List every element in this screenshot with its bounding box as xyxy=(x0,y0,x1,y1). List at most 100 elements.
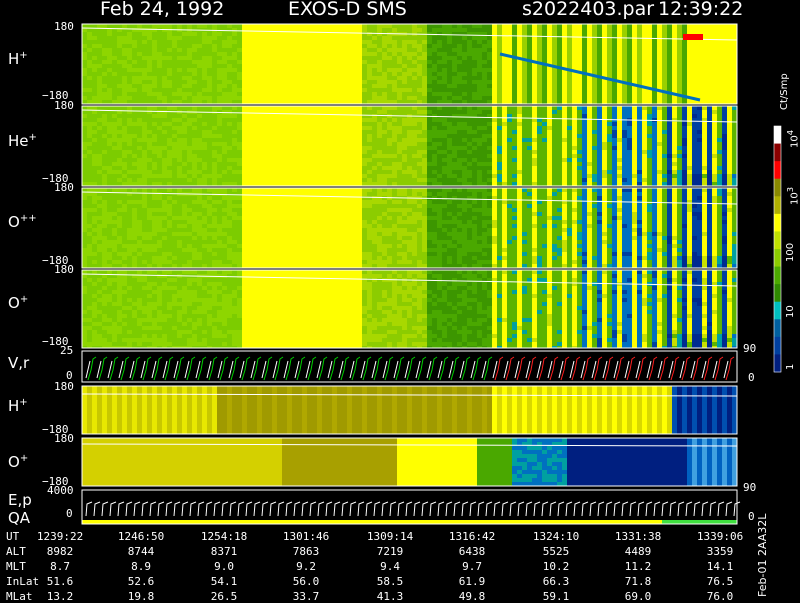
table-row-label: UT xyxy=(6,530,19,543)
table-row-label: MLT xyxy=(6,560,26,573)
colorbar-segment xyxy=(774,284,781,302)
colorbar-segment xyxy=(774,302,781,320)
tick-ep-max: 4000 xyxy=(47,484,74,497)
table-cell: 1331:38 xyxy=(615,530,661,543)
table-cell: 9.4 xyxy=(380,560,400,573)
panel-ep xyxy=(82,502,740,524)
colorbar-segment xyxy=(774,231,781,249)
table-cell: 8.9 xyxy=(131,560,151,573)
colorbar-unit: Ct/Smp xyxy=(779,73,790,110)
panel-label-ep: E,p xyxy=(8,491,32,509)
table-cell: 54.1 xyxy=(211,575,238,588)
table-row-label: ALT xyxy=(6,545,26,558)
table-cell: 1246:50 xyxy=(118,530,164,543)
table-cell: 3359 xyxy=(707,545,734,558)
table-cell: 8371 xyxy=(211,545,238,558)
tick-opp-max: 180 xyxy=(54,181,74,194)
panel-vr xyxy=(86,357,734,380)
colorbar-segment xyxy=(774,161,781,179)
panel-h-plus-2 xyxy=(82,386,737,434)
panel-o-plus-2 xyxy=(82,438,737,486)
table-cell: 1324:10 xyxy=(533,530,579,543)
table-cell: 58.5 xyxy=(377,575,404,588)
colorbar-segment xyxy=(774,354,781,372)
table-cell: 1316:42 xyxy=(449,530,495,543)
table-cell: 8744 xyxy=(128,545,155,558)
table-cell: 61.9 xyxy=(459,575,486,588)
panel-he-plus xyxy=(82,106,737,186)
table-cell: 1309:14 xyxy=(367,530,413,543)
table-cell: 52.6 xyxy=(128,575,155,588)
table-cell: 7863 xyxy=(293,545,320,558)
tick-o-max: 180 xyxy=(54,263,74,276)
table-cell: 71.8 xyxy=(625,575,652,588)
colorbar-segment xyxy=(774,214,781,232)
table-cell: 1339:06 xyxy=(697,530,743,543)
spectrogram-plot xyxy=(0,0,800,600)
table-cell: 69.0 xyxy=(625,590,652,603)
table-cell: 8982 xyxy=(47,545,74,558)
colorbar-segment xyxy=(774,144,781,162)
table-cell: 76.0 xyxy=(707,590,734,603)
table-row-label: InLat xyxy=(6,575,39,588)
colorbar-segment xyxy=(774,319,781,337)
panel-label-o-plus-2: O+ xyxy=(8,453,28,471)
table-cell: 1301:46 xyxy=(283,530,329,543)
tick-ep-min: 0 xyxy=(66,507,73,520)
panel-label-qa: QA xyxy=(8,509,30,527)
table-cell: 4489 xyxy=(625,545,652,558)
colorbar-segment xyxy=(774,196,781,214)
table-cell: 7219 xyxy=(377,545,404,558)
right-tick-vr-top: 90 xyxy=(743,342,756,355)
panel-label-he-plus: He+ xyxy=(8,132,37,150)
panel-o-plus xyxy=(82,270,737,348)
panel-label-h-plus: H+ xyxy=(8,50,28,68)
colorbar-segment xyxy=(774,249,781,267)
tick-o2-max: 180 xyxy=(54,432,74,445)
tick-h-max: 180 xyxy=(54,20,74,33)
table-cell: 1239:22 xyxy=(37,530,83,543)
table-cell: 8.7 xyxy=(50,560,70,573)
tick-he-max: 180 xyxy=(54,99,74,112)
table-cell: 26.5 xyxy=(211,590,238,603)
colorbar-label-1: 1 xyxy=(785,364,796,370)
table-cell: 49.8 xyxy=(459,590,486,603)
colorbar-label-1e3: 103 xyxy=(785,187,800,205)
table-cell: 76.5 xyxy=(707,575,734,588)
table-cell: 19.8 xyxy=(128,590,155,603)
table-row-label: MLat xyxy=(6,590,33,603)
panel-o-plus-plus xyxy=(82,188,737,268)
table-cell: 41.3 xyxy=(377,590,404,603)
panel-label-o-plus-plus: O++ xyxy=(8,213,37,231)
table-cell: 6438 xyxy=(459,545,486,558)
table-cell: 5525 xyxy=(543,545,570,558)
table-cell: 33.7 xyxy=(293,590,320,603)
version-tag: Feb-01 2AA32L xyxy=(756,514,769,597)
table-cell: 59.1 xyxy=(543,590,570,603)
panel-h-plus xyxy=(82,24,737,104)
table-cell: 51.6 xyxy=(47,575,74,588)
colorbar-segment xyxy=(774,179,781,197)
table-cell: 9.0 xyxy=(214,560,234,573)
colorbar-segment xyxy=(774,126,781,144)
colorbar-label-10: 10 xyxy=(785,305,796,318)
table-cell: 10.2 xyxy=(543,560,570,573)
right-tick-ep-bottom: 0 xyxy=(748,510,755,523)
panel-label-h-plus-2: H+ xyxy=(8,397,28,415)
panel-label-vr: V,r xyxy=(8,354,29,372)
panel-label-o-plus: O+ xyxy=(8,294,28,312)
table-cell: 9.2 xyxy=(296,560,316,573)
tick-h2-max: 180 xyxy=(54,380,74,393)
table-cell: 13.2 xyxy=(47,590,74,603)
table-cell: 1254:18 xyxy=(201,530,247,543)
table-cell: 56.0 xyxy=(293,575,320,588)
colorbar-label-100: 100 xyxy=(785,243,796,262)
table-cell: 9.7 xyxy=(462,560,482,573)
colorbar-segment xyxy=(774,337,781,355)
table-cell: 11.2 xyxy=(625,560,652,573)
colorbar-segment xyxy=(774,267,781,285)
right-tick-ep-top: 90 xyxy=(743,481,756,494)
tick-vr-max: 25 xyxy=(60,344,73,357)
table-cell: 66.3 xyxy=(543,575,570,588)
right-tick-vr-bottom: 0 xyxy=(748,371,755,384)
